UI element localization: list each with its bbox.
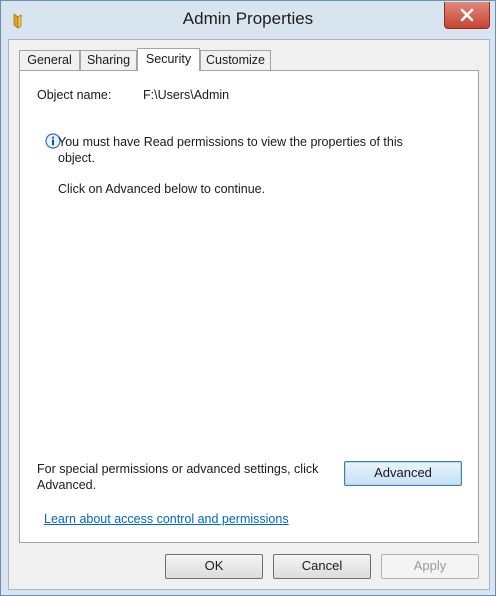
continue-message: Click on Advanced below to continue.	[58, 182, 266, 196]
window-title: Admin Properties	[182, 9, 314, 28]
properties-window: Admin Properties General Sharing Securit…	[0, 0, 496, 596]
access-control-help-link[interactable]: Learn about access control and permissio…	[44, 512, 289, 526]
title-bar[interactable]: Admin Properties	[1, 1, 495, 39]
advanced-button[interactable]: Advanced	[344, 461, 462, 486]
apply-button[interactable]: Apply	[381, 554, 479, 579]
dialog-client-area: General Sharing Security Customize Objec…	[8, 39, 490, 590]
ok-button[interactable]: OK	[165, 554, 263, 579]
advanced-description: For special permissions or advanced sett…	[37, 462, 319, 492]
info-message: You must have Read permissions to view t…	[58, 135, 403, 165]
close-button[interactable]	[444, 2, 490, 29]
cancel-button[interactable]: Cancel	[273, 554, 371, 579]
tab-general[interactable]: General	[19, 50, 80, 70]
object-name-value: F:\Users\Admin	[143, 88, 230, 102]
close-icon	[460, 8, 474, 22]
tab-sharing[interactable]: Sharing	[80, 50, 137, 70]
tab-customize[interactable]: Customize	[200, 50, 271, 70]
object-name-label: Object name:	[37, 88, 112, 102]
security-panel: Object name: F:\Users\Admin You must hav…	[19, 70, 479, 543]
tab-security[interactable]: Security	[137, 48, 200, 71]
